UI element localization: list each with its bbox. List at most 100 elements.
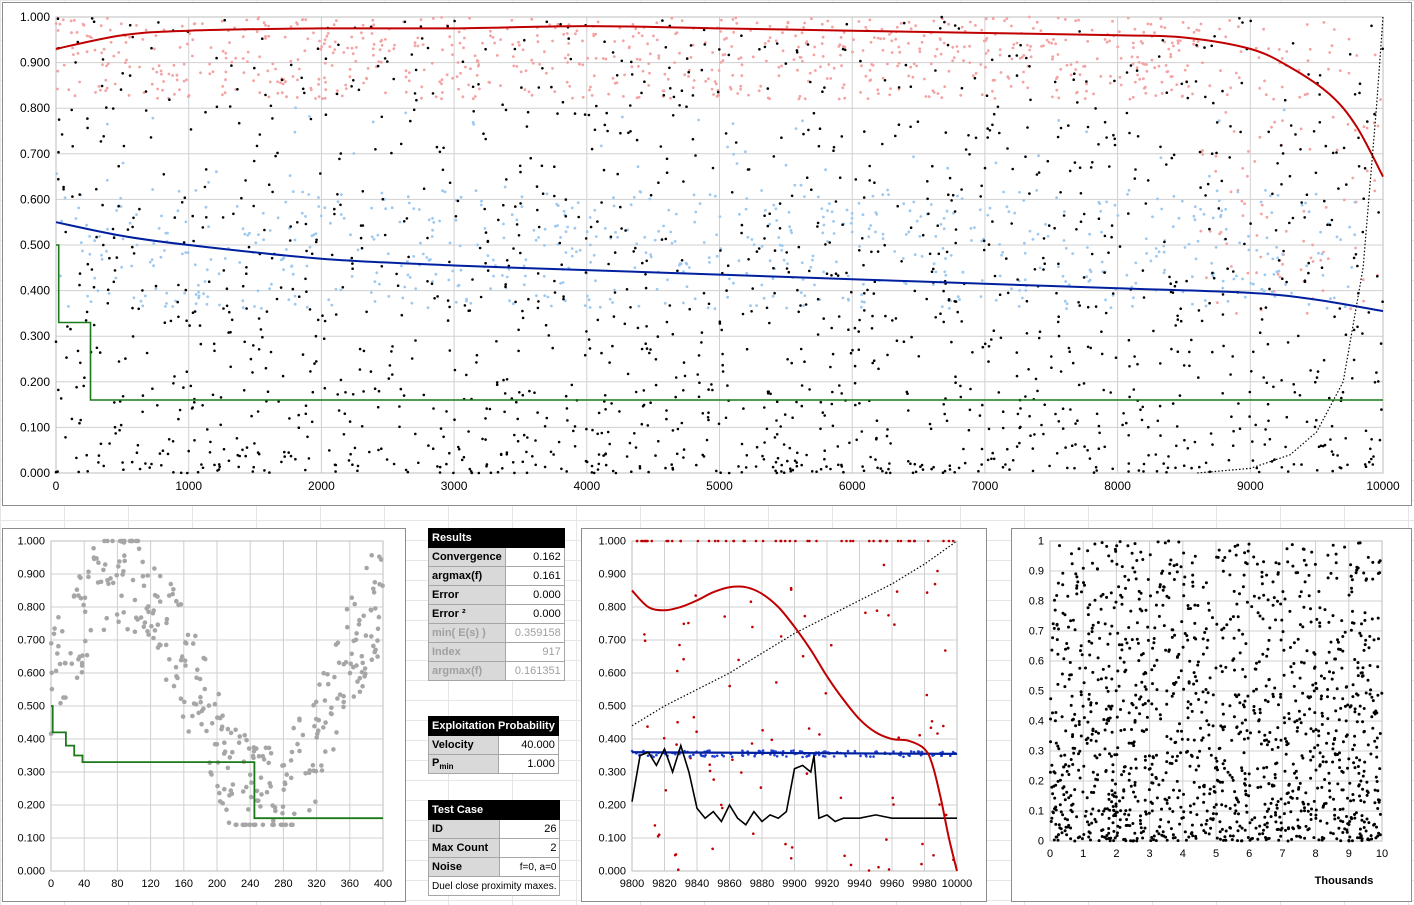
black-point: [1118, 245, 1122, 248]
black-point: [1298, 676, 1302, 680]
red-point: [1029, 55, 1033, 59]
black-point: [886, 428, 889, 431]
test-id-value[interactable]: 26: [499, 819, 561, 839]
max-count-value[interactable]: 2: [499, 838, 561, 858]
gray-point: [91, 546, 96, 551]
black-point: [830, 274, 833, 277]
black-point: [680, 89, 684, 92]
black-point: [1166, 751, 1169, 755]
pmin-value[interactable]: 1.000: [498, 754, 559, 774]
blue-point: [524, 258, 528, 262]
black-point: [505, 378, 509, 381]
black-point: [610, 402, 613, 405]
blue-point: [753, 754, 756, 758]
blue-point: [692, 753, 695, 757]
black-point: [982, 239, 986, 243]
error-value[interactable]: 0.000: [504, 585, 565, 605]
gray-point: [98, 579, 104, 585]
red-point: [182, 62, 186, 66]
red-point: [1056, 16, 1060, 20]
red-point: [952, 56, 956, 59]
red-point: [543, 50, 546, 54]
red-point: [1208, 84, 1212, 88]
error-squared-value[interactable]: 0.000: [504, 604, 565, 624]
red-point: [631, 23, 635, 26]
red-point: [1192, 30, 1196, 34]
black-point: [1186, 604, 1190, 607]
red-point: [993, 97, 997, 100]
noise-label: Noise: [427, 857, 501, 877]
black-point: [185, 319, 188, 323]
black-point: [102, 243, 105, 247]
gray-point: [337, 692, 343, 697]
zoom-start-chart[interactable]: 0 40 80 120 160 200 240 280 320 360 400 0.000 0.100 0…: [2, 528, 406, 902]
velocity-value[interactable]: 40.000: [498, 735, 559, 755]
black-point: [560, 467, 563, 471]
overview-chart[interactable]: 0 1 2 3 4 5 6 7 8 9 10 0 0.1 0.2 0.3 0.4 0.5 0.6 0.7 0.8 0.9…: [1011, 528, 1412, 902]
black-point: [960, 320, 963, 323]
red-point: [321, 97, 324, 100]
blue-point: [869, 755, 872, 758]
red-point: [324, 80, 327, 84]
black-point: [1046, 159, 1050, 163]
black-point: [1351, 683, 1355, 687]
black-point: [1339, 819, 1343, 823]
blue-point: [1160, 207, 1164, 211]
black-point: [158, 452, 162, 455]
black-point: [1265, 743, 1269, 747]
red-point: [939, 38, 942, 41]
black-point: [535, 185, 539, 188]
red-point: [852, 38, 855, 42]
black-point: [253, 442, 256, 445]
blue-point: [1149, 259, 1153, 263]
red-point: [475, 73, 479, 77]
black-point: [1218, 837, 1222, 841]
blue-point: [89, 300, 93, 303]
gray-point: [247, 772, 253, 778]
black-point: [805, 453, 808, 457]
black-point: [1358, 631, 1362, 635]
black-point: [780, 470, 783, 473]
gray-point: [56, 615, 61, 620]
convergence-value[interactable]: 0.162: [504, 547, 565, 567]
red-point: [404, 69, 408, 73]
gray-point: [261, 757, 267, 762]
black-point: [910, 335, 913, 339]
red-point: [1205, 276, 1208, 280]
argmax-value[interactable]: 0.161: [504, 566, 565, 586]
black-point: [682, 389, 685, 392]
blue-point: [832, 220, 835, 223]
red-point: [441, 91, 444, 94]
blue-point: [522, 283, 526, 287]
black-point: [1283, 98, 1287, 102]
red-point: [104, 89, 108, 92]
red-point: [1040, 44, 1043, 48]
gray-point: [202, 656, 208, 662]
argmax-precise-value[interactable]: 0.161351: [504, 661, 565, 681]
black-point: [954, 381, 957, 385]
black-point: [669, 87, 672, 90]
zoom-end-chart[interactable]: 9800 9820 9840 9860 9880 9900 9920 9940 9960 9980…: [581, 528, 987, 902]
black-point: [1274, 813, 1278, 817]
min-energy-value[interactable]: 0.359158: [504, 623, 565, 643]
black-point: [561, 100, 565, 104]
noise-value[interactable]: f=0, a=0: [499, 857, 561, 877]
red-point: [634, 27, 638, 31]
black-point: [511, 461, 515, 464]
black-point: [1376, 807, 1380, 810]
blue-point: [908, 209, 912, 213]
gray-point: [116, 619, 121, 625]
test-case-note[interactable]: Duel close proximity maxes.: [427, 876, 561, 896]
black-point: [547, 334, 551, 337]
red-point: [266, 69, 270, 73]
red-point: [1298, 95, 1302, 99]
black-point: [56, 470, 59, 473]
black-point: [1107, 251, 1110, 254]
main-run-chart[interactable]: 0 1000 2000 3000 4000 5000 6000 7000 8000 9000 100…: [2, 2, 1412, 506]
gray-point: [280, 804, 286, 809]
index-value[interactable]: 917: [504, 642, 565, 662]
red-point: [682, 657, 685, 661]
black-point: [1141, 558, 1145, 561]
black-point: [1082, 276, 1086, 279]
red-point: [575, 29, 579, 33]
